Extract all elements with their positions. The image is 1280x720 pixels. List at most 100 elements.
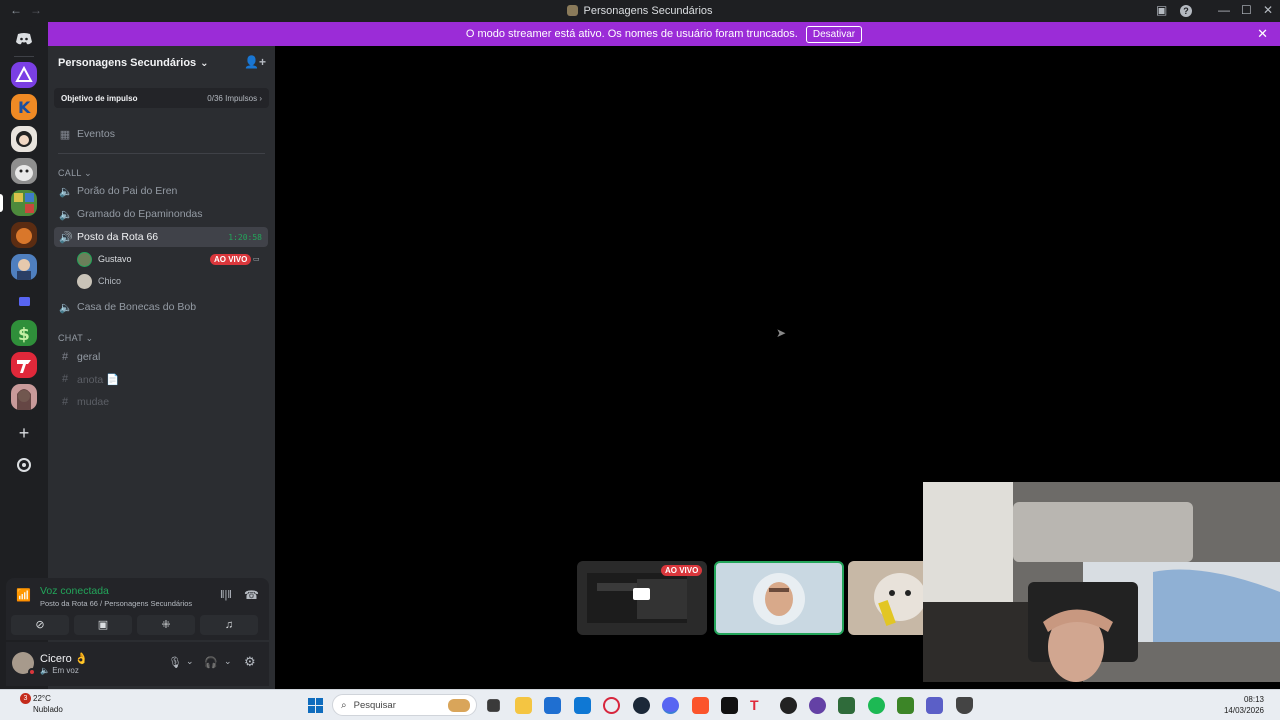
- share-screen-button[interactable]: ▣: [74, 615, 132, 635]
- minecraft-icon[interactable]: [897, 697, 914, 714]
- brave-icon[interactable]: [692, 697, 709, 714]
- shield-icon[interactable]: [956, 697, 973, 714]
- server-icon-current[interactable]: [11, 190, 37, 216]
- voice-channel[interactable]: 🔈 Porão do Pai do Eren: [54, 181, 268, 201]
- server-icon-money[interactable]: $: [11, 320, 37, 346]
- window-title: Personagens Secundários: [0, 5, 1280, 17]
- file-explorer-icon[interactable]: [515, 697, 532, 714]
- disconnect-icon[interactable]: ☎: [244, 588, 259, 602]
- store-icon[interactable]: [544, 697, 561, 714]
- teams-icon[interactable]: [926, 697, 943, 714]
- weather-widget[interactable]: 22°C Nublado: [33, 693, 63, 715]
- server-header[interactable]: Personagens Secundários ⌄ 👤+: [48, 46, 275, 80]
- hash-icon: #: [61, 373, 69, 385]
- noise-suppression-icon[interactable]: ‖|‖: [220, 589, 232, 601]
- minimize-icon[interactable]: —: [1218, 3, 1230, 17]
- server-icon-triangle[interactable]: [11, 62, 37, 88]
- events-channel[interactable]: ▦ Eventos: [54, 124, 268, 144]
- audio-options-chevron-icon[interactable]: ⌄: [224, 656, 232, 667]
- svg-text:K: K: [18, 98, 31, 117]
- server-icon-face[interactable]: [11, 126, 37, 152]
- text-channel[interactable]: # mudae: [54, 392, 268, 412]
- steam-icon[interactable]: [633, 697, 650, 714]
- speaker-icon: 🔈: [59, 208, 73, 221]
- explore-icon[interactable]: [11, 452, 37, 478]
- task-view-icon[interactable]: [487, 699, 500, 712]
- search-placeholder: Pesquisar: [353, 699, 396, 711]
- svg-text:$: $: [18, 325, 30, 345]
- taskbar-search[interactable]: ⌕ Pesquisar: [332, 694, 477, 716]
- search-icon: ⌕: [341, 699, 347, 711]
- text-channel[interactable]: # anota 📄: [54, 369, 268, 389]
- boost-goal[interactable]: Objetivo de impulso 0/36 Impulsos ›: [54, 88, 269, 108]
- discord-taskbar-icon[interactable]: [662, 697, 679, 714]
- category-call[interactable]: CALL ⌄: [58, 168, 92, 179]
- server-icon-person[interactable]: [11, 254, 37, 280]
- settings-gear-icon[interactable]: ⚙: [244, 654, 256, 670]
- microphone-icon[interactable]: 🎙: [168, 656, 182, 669]
- app-book-icon[interactable]: [838, 697, 855, 714]
- app-purple-icon[interactable]: [809, 697, 826, 714]
- close-banner-icon[interactable]: ✕: [1257, 26, 1268, 42]
- spotify-icon[interactable]: [868, 697, 885, 714]
- add-server-icon[interactable]: +: [11, 420, 37, 446]
- live-badge: AO VIVO: [661, 565, 703, 576]
- app-t-icon[interactable]: T: [750, 697, 767, 714]
- channel-sidebar: Personagens Secundários ⌄ 👤+ Objetivo de…: [48, 46, 275, 578]
- maximize-icon[interactable]: ☐: [1241, 3, 1252, 17]
- mic-options-chevron-icon[interactable]: ⌄: [186, 656, 194, 667]
- discord-home-icon[interactable]: [11, 26, 37, 52]
- headphones-icon[interactable]: 🎧: [204, 656, 218, 669]
- disable-streamer-button[interactable]: Desativar: [805, 25, 863, 43]
- server-icon-dog[interactable]: [11, 158, 37, 184]
- server-icon-t[interactable]: [11, 352, 37, 378]
- close-window-icon[interactable]: ✕: [1263, 3, 1273, 17]
- tiktok-icon[interactable]: [721, 697, 738, 714]
- voice-member[interactable]: Chico: [77, 272, 121, 290]
- mouse-cursor-icon: ➤: [776, 326, 787, 340]
- camera-button[interactable]: ⊘: [11, 615, 69, 635]
- voice-member[interactable]: Gustavo: [77, 250, 132, 268]
- webcam-overlay: [923, 482, 1280, 682]
- user-status: 🔈 Em voz: [40, 666, 79, 675]
- activities-button[interactable]: ⁜: [137, 615, 195, 635]
- speaker-icon: 🔈: [59, 301, 73, 314]
- stream-preview-icon: ▭: [253, 256, 260, 263]
- activities-icon: ⁜: [161, 619, 171, 631]
- rail-divider: [14, 56, 34, 57]
- speaker-active-icon: 🔊: [59, 231, 73, 244]
- add-member-icon[interactable]: 👤+: [244, 55, 266, 69]
- opera-icon[interactable]: [603, 697, 620, 714]
- soundboard-button[interactable]: ♫: [200, 615, 258, 635]
- outlook-icon[interactable]: [574, 697, 591, 714]
- user-name[interactable]: Cicero 👌: [40, 652, 89, 665]
- voice-status[interactable]: Voz conectada: [40, 585, 109, 597]
- boost-goal-label: Objetivo de impulso: [61, 93, 138, 103]
- obs-icon[interactable]: [780, 697, 797, 714]
- stream-tile[interactable]: AO VIVO: [577, 561, 707, 635]
- voice-location[interactable]: Posto da Rota 66 / Personagens Secundári…: [40, 599, 192, 608]
- folder-icon[interactable]: [11, 288, 37, 314]
- soundboard-icon: ♫: [224, 619, 234, 631]
- text-channel-label: geral: [77, 351, 101, 363]
- text-channel[interactable]: # geral: [54, 347, 268, 367]
- stream-stage[interactable]: ➤ AO VIVO: [275, 46, 1280, 689]
- category-chat[interactable]: CHAT ⌄: [58, 333, 94, 344]
- weather-desc: Nublado: [33, 705, 63, 714]
- server-icon-fire[interactable]: [11, 222, 37, 248]
- call-timer: 1:20:58: [228, 232, 262, 242]
- sidebar-divider: [58, 153, 265, 154]
- voice-channel-active[interactable]: 🔊 Posto da Rota 66 1:20:58: [54, 227, 268, 247]
- server-icon-k[interactable]: K: [11, 94, 37, 120]
- participant-tile[interactable]: [848, 561, 924, 635]
- inbox-icon[interactable]: ▣: [1156, 3, 1167, 17]
- events-label: Eventos: [77, 128, 115, 140]
- help-icon[interactable]: ?: [1180, 5, 1192, 17]
- voice-channel[interactable]: 🔈 Casa de Bonecas do Bob: [54, 297, 268, 317]
- participant-tile[interactable]: [714, 561, 844, 635]
- voice-channel[interactable]: 🔈 Gramado do Epaminondas: [54, 204, 268, 224]
- start-icon[interactable]: [307, 697, 324, 714]
- signal-icon[interactable]: 📶: [16, 588, 31, 602]
- system-clock[interactable]: 08:13 14/03/2026: [1224, 694, 1264, 716]
- server-icon-girl[interactable]: [11, 384, 37, 410]
